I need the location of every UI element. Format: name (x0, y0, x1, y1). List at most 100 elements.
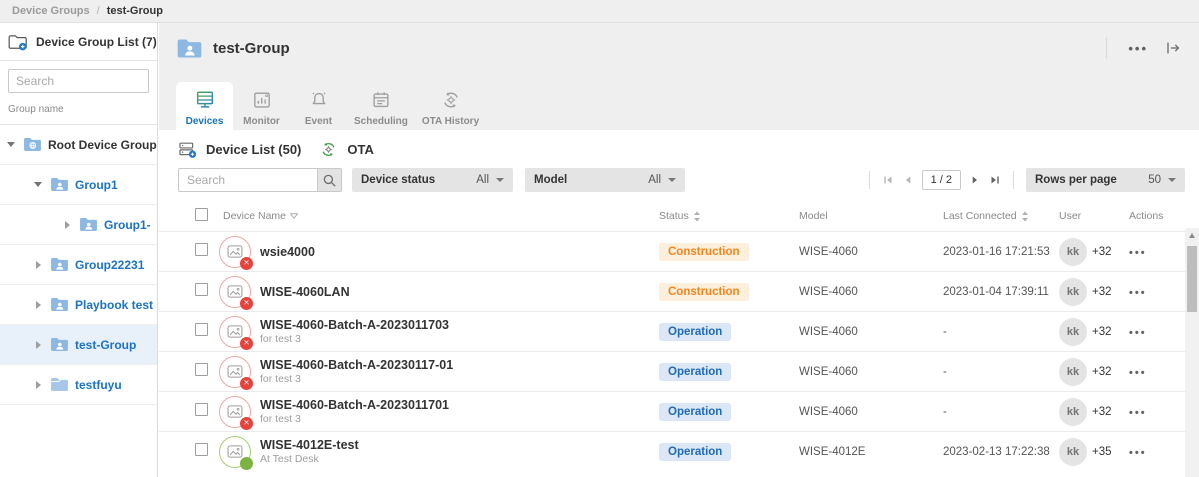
previous-page-icon (902, 174, 914, 186)
caret-right-icon[interactable] (31, 338, 45, 352)
user-more-count[interactable]: +32 (1092, 326, 1112, 338)
column-header-status[interactable]: Status (659, 210, 689, 222)
column-header-device-name[interactable]: Device Name (219, 210, 286, 222)
user-avatar[interactable]: kk (1059, 358, 1087, 386)
device-status-label: Device status (361, 174, 435, 186)
person-folder-icon (50, 257, 69, 272)
breadcrumb: Device Groups / test-Group (0, 0, 1199, 23)
rows-per-page-dropdown[interactable]: Rows per page 50 (1026, 168, 1185, 192)
vertical-scrollbar[interactable] (1185, 228, 1199, 477)
caret-right-icon[interactable] (31, 378, 45, 392)
tree-item-testfuyu[interactable]: testfuyu (0, 365, 157, 405)
column-header-model[interactable]: Model (799, 210, 943, 222)
presence-badge (240, 417, 253, 430)
row-actions-button[interactable]: ••• (1129, 447, 1147, 459)
caret-right-icon[interactable] (31, 298, 45, 312)
user-avatar[interactable]: kk (1059, 238, 1087, 266)
row-actions-button[interactable]: ••• (1129, 247, 1147, 259)
tab-label: Monitor (243, 116, 280, 127)
tree-item-playbook-test[interactable]: Playbook test (0, 285, 157, 325)
row-checkbox[interactable] (195, 243, 208, 256)
tab-label: Devices (186, 116, 224, 127)
first-page-button[interactable] (878, 171, 898, 189)
column-header-last-connected[interactable]: Last Connected (943, 210, 1017, 222)
tree-item-group1-child[interactable]: Group1- (0, 205, 157, 245)
table-row[interactable]: WISE-4060-Batch-A-20230117-01 for test 3… (159, 351, 1199, 391)
device-name[interactable]: WISE-4060LAN (260, 285, 350, 299)
model-dropdown[interactable]: Model All (525, 168, 685, 192)
row-checkbox[interactable] (195, 403, 208, 416)
ota-button[interactable]: OTA (319, 140, 373, 159)
chevron-down-icon (496, 178, 504, 182)
add-group-folder-icon[interactable] (8, 33, 28, 51)
table-row[interactable]: WISE-4012E-test At Test Desk Operation W… (159, 431, 1199, 471)
device-list-label: Device List (50) (206, 142, 301, 157)
row-checkbox[interactable] (195, 363, 208, 376)
device-name[interactable]: WISE-4060-Batch-A-2023011701 (260, 398, 449, 412)
tree-item-root-device-group[interactable]: Root Device Group (0, 125, 157, 165)
group-search-input[interactable] (8, 69, 149, 93)
filter-caret-icon[interactable] (290, 213, 298, 219)
more-options-button[interactable]: ••• (1128, 42, 1148, 55)
tab-devices[interactable]: Devices (176, 82, 233, 130)
row-checkbox[interactable] (195, 283, 208, 296)
tab-scheduling[interactable]: Scheduling (347, 82, 415, 130)
breadcrumb-separator: / (97, 5, 100, 17)
user-more-count[interactable]: +32 (1092, 406, 1112, 418)
presence-badge (240, 257, 253, 270)
tree-item-test-group[interactable]: test-Group (0, 325, 157, 365)
pagination: 1 / 2 Rows per page 50 (861, 168, 1185, 192)
presence-badge (240, 337, 253, 350)
tree-item-group22231[interactable]: Group22231 (0, 245, 157, 285)
row-checkbox[interactable] (195, 323, 208, 336)
table-row[interactable]: WISE-4060-Batch-A-2023011703 for test 3 … (159, 311, 1199, 351)
device-avatar (219, 316, 251, 348)
select-all-checkbox[interactable] (195, 208, 208, 221)
row-actions-button[interactable]: ••• (1129, 407, 1147, 419)
table-row[interactable]: WISE-4060LAN Construction WISE-4060 2023… (159, 271, 1199, 311)
scroll-up-arrow-icon[interactable] (1185, 228, 1199, 242)
tree-item-label: Group1 (75, 178, 157, 192)
globe-folder-icon (23, 137, 42, 152)
device-name[interactable]: WISE-4060-Batch-A-2023011703 (260, 318, 449, 332)
device-search-input[interactable] (178, 168, 317, 192)
device-name[interactable]: WISE-4012E-test (260, 438, 359, 452)
person-folder-icon (50, 177, 69, 192)
device-status-dropdown[interactable]: Device status All (352, 168, 513, 192)
tab-event[interactable]: Event (290, 82, 347, 130)
device-name[interactable]: WISE-4060-Batch-A-20230117-01 (260, 358, 453, 372)
last-page-button[interactable] (985, 171, 1005, 189)
sort-icon[interactable] (1021, 211, 1029, 222)
group-header: test-Group ••• (159, 23, 1199, 130)
tab-monitor[interactable]: Monitor (233, 82, 290, 130)
user-avatar[interactable]: kk (1059, 398, 1087, 426)
row-actions-button[interactable]: ••• (1129, 287, 1147, 299)
caret-down-icon[interactable] (31, 178, 45, 192)
user-avatar[interactable]: kk (1059, 438, 1087, 466)
search-button[interactable] (317, 168, 342, 192)
row-checkbox[interactable] (195, 443, 208, 456)
collapse-panel-icon[interactable] (1163, 38, 1183, 58)
sort-icon[interactable] (693, 211, 701, 222)
user-more-count[interactable]: +35 (1092, 446, 1112, 458)
row-actions-button[interactable]: ••• (1129, 327, 1147, 339)
next-page-button[interactable] (965, 171, 985, 189)
device-name[interactable]: wsie4000 (260, 245, 315, 259)
device-list-button[interactable]: Device List (50) (178, 140, 301, 159)
user-more-count[interactable]: +32 (1092, 286, 1112, 298)
user-more-count[interactable]: +32 (1092, 366, 1112, 378)
table-row[interactable]: wsie4000 Construction WISE-4060 2023-01-… (159, 231, 1199, 271)
caret-right-icon[interactable] (31, 258, 45, 272)
user-avatar[interactable]: kk (1059, 318, 1087, 346)
table-row[interactable]: WISE-4060-Batch-A-2023011701 for test 3 … (159, 391, 1199, 431)
scrollbar-thumb[interactable] (1187, 246, 1197, 312)
row-actions-button[interactable]: ••• (1129, 367, 1147, 379)
caret-right-icon[interactable] (60, 218, 74, 232)
tab-ota-history[interactable]: OTA History (415, 82, 486, 130)
caret-down-icon[interactable] (4, 138, 18, 152)
previous-page-button[interactable] (898, 171, 918, 189)
user-more-count[interactable]: +32 (1092, 246, 1112, 258)
user-avatar[interactable]: kk (1059, 278, 1087, 306)
tree-item-group1[interactable]: Group1 (0, 165, 157, 205)
breadcrumb-parent-link[interactable]: Device Groups (12, 5, 90, 17)
